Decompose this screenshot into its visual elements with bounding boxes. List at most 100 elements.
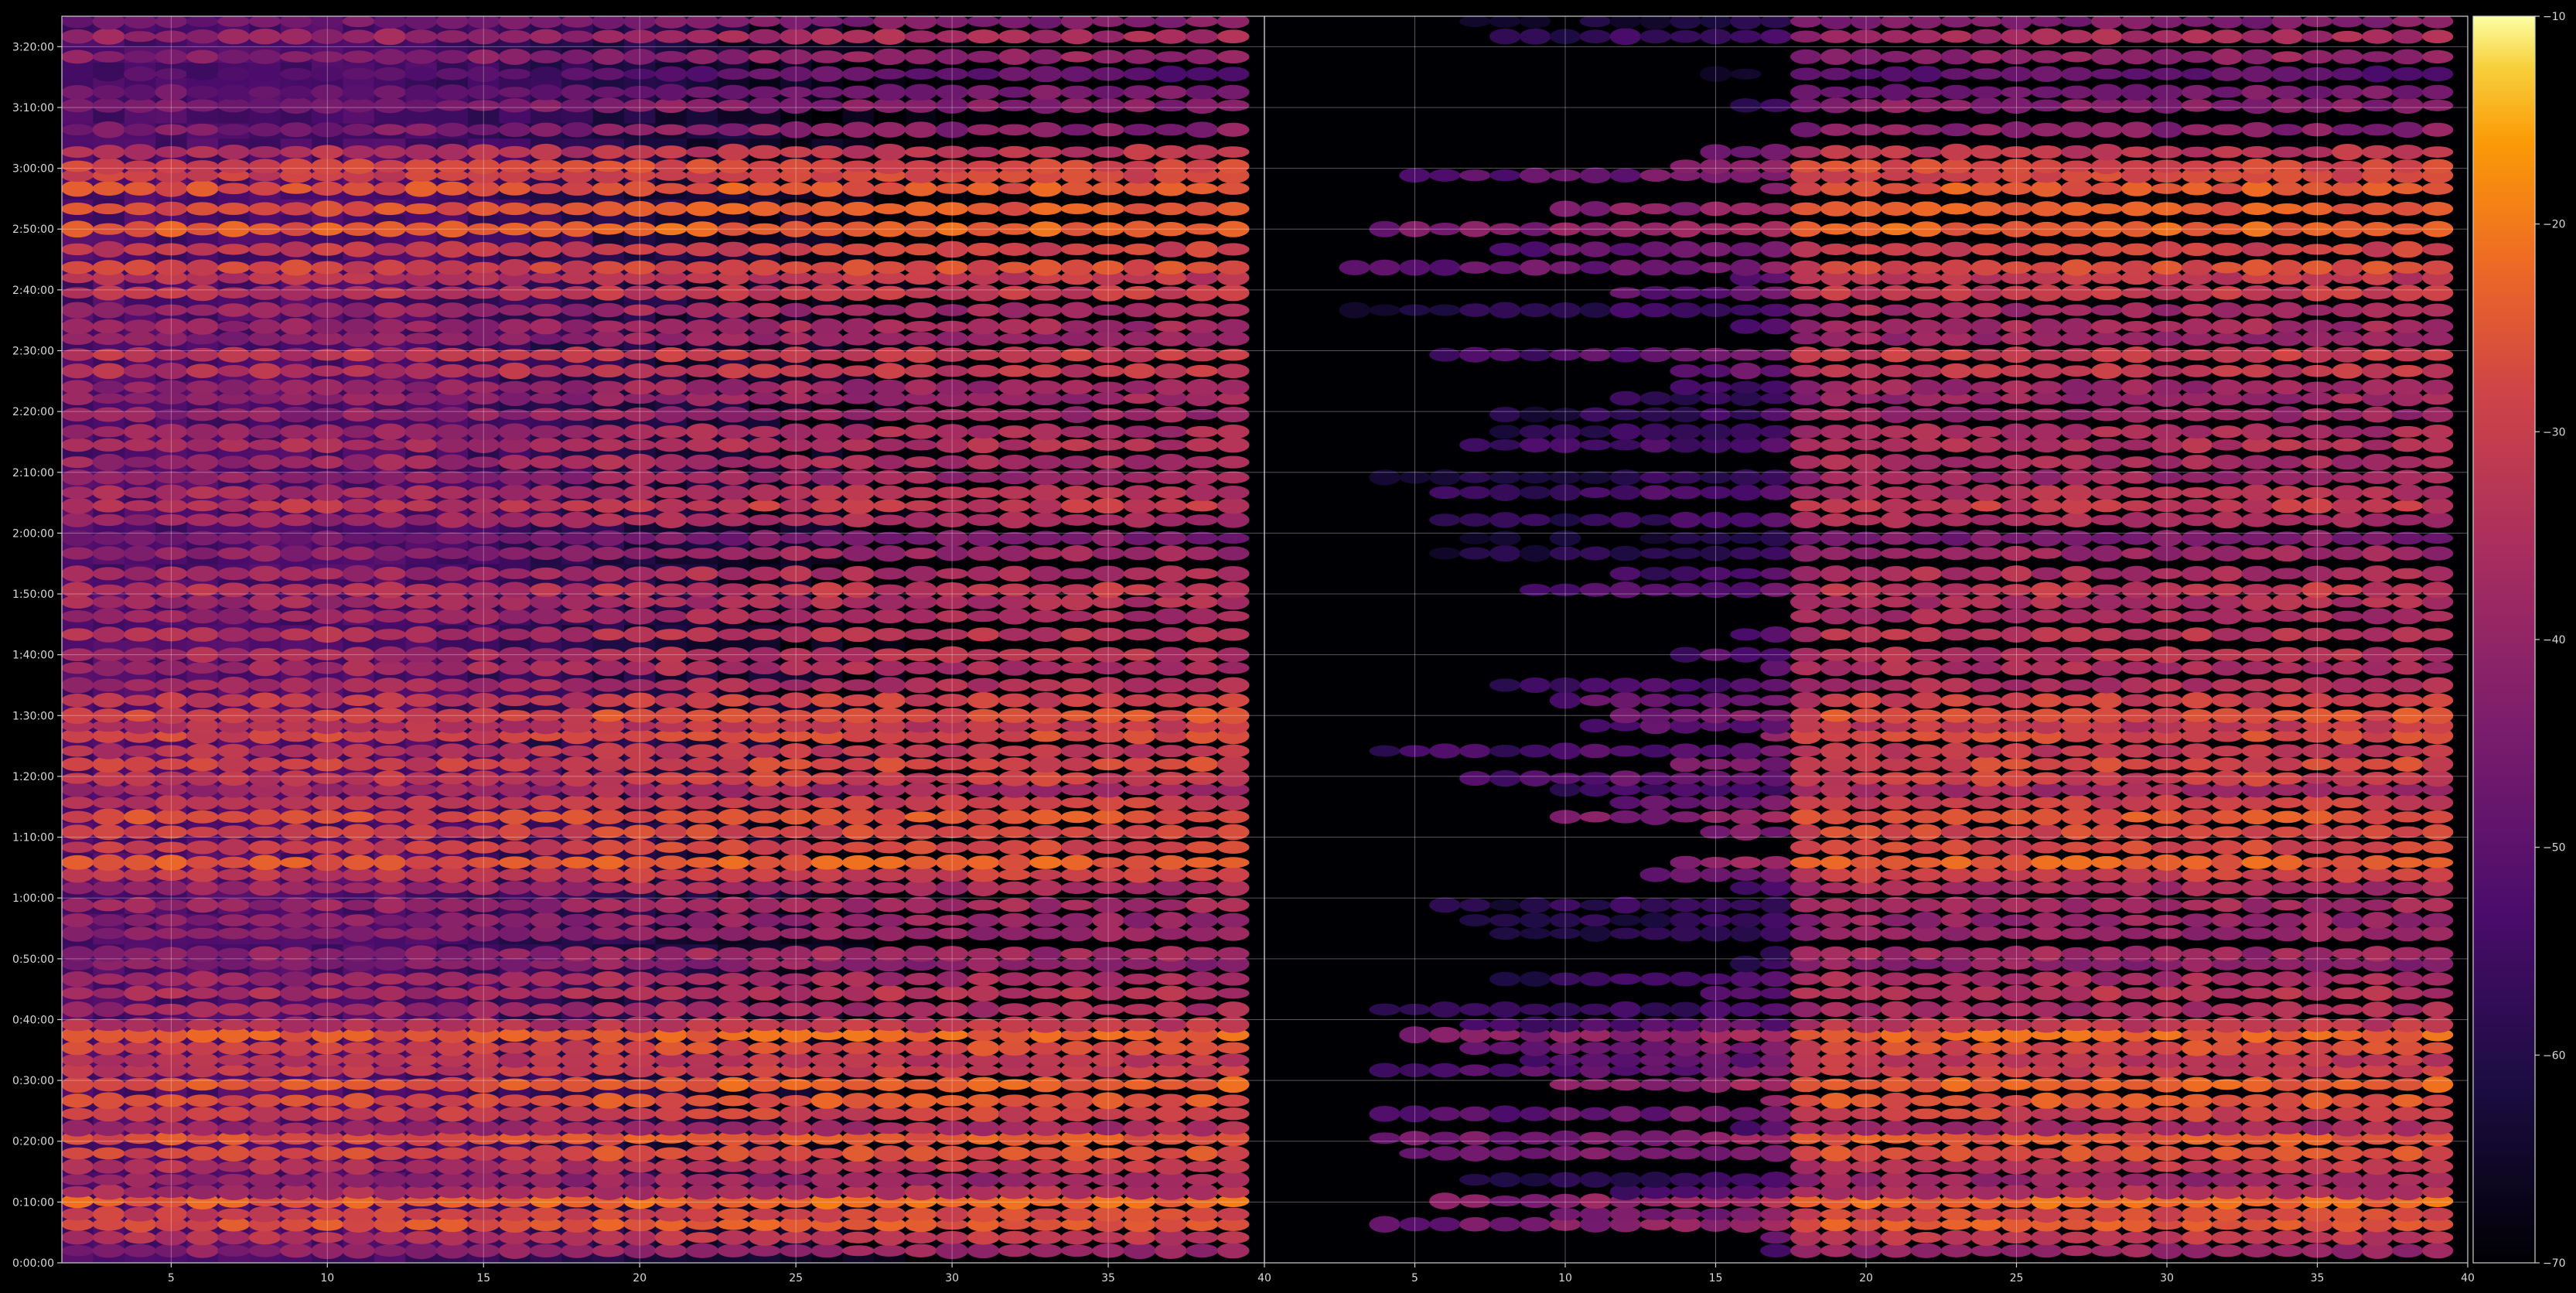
heat-blob	[685, 626, 718, 643]
heat-blob	[342, 811, 375, 823]
heat-blob	[748, 810, 781, 824]
heat-blob	[654, 629, 688, 640]
heat-blob	[530, 867, 563, 882]
heat-blob	[1029, 1208, 1063, 1220]
heat-blob	[62, 1053, 94, 1066]
heat-blob	[592, 987, 625, 1000]
heat-blob	[1216, 693, 1250, 708]
heat-blob	[374, 770, 407, 786]
heat-blob	[279, 971, 312, 987]
heat-blob	[841, 1245, 875, 1257]
heat-blob	[123, 926, 156, 940]
heat-blob	[248, 899, 281, 911]
heat-blob	[654, 795, 688, 810]
heat-blob	[404, 840, 438, 855]
heat-blob	[592, 971, 625, 988]
heat-blob	[967, 1018, 1000, 1032]
heat-blob	[92, 1230, 125, 1245]
heat-blob	[217, 1230, 251, 1245]
heat-blob	[685, 1076, 718, 1093]
heat-blob	[810, 660, 844, 676]
heat-blob	[1060, 1077, 1094, 1091]
heat-blob	[530, 856, 563, 869]
heat-blob	[592, 1001, 625, 1017]
heat-blob	[810, 1244, 844, 1258]
heat-blob	[873, 609, 906, 624]
heat-blob	[186, 927, 219, 940]
heat-blob	[998, 1003, 1031, 1016]
heat-blob	[92, 1184, 125, 1200]
heat-blob	[717, 628, 750, 641]
heat-blob	[62, 897, 94, 913]
heat-blob	[592, 1145, 625, 1162]
heat-blob	[810, 1042, 844, 1055]
heat-blob	[561, 1018, 594, 1031]
heat-blob	[530, 946, 563, 962]
heat-blob	[561, 566, 594, 582]
heat-blob	[217, 810, 251, 824]
heat-blob	[967, 1076, 1000, 1092]
heat-blob	[748, 1001, 781, 1017]
heat-blob	[498, 1173, 531, 1186]
heat-blob	[654, 855, 688, 870]
heat-blob	[279, 1122, 312, 1134]
heat-blob	[1216, 824, 1250, 841]
heat-blob	[217, 662, 251, 674]
heat-blob	[1186, 897, 1219, 913]
heat-blob	[186, 987, 219, 999]
heat-blob	[561, 1001, 594, 1018]
heat-blob	[92, 988, 125, 999]
heat-blob	[342, 1242, 375, 1259]
heat-blob	[186, 609, 219, 624]
heat-blob	[248, 769, 281, 787]
heat-blob	[92, 1077, 125, 1092]
heat-blob	[92, 608, 125, 625]
heat-blob	[1216, 1053, 1250, 1067]
heat-blob	[1060, 757, 1094, 771]
heat-blob	[123, 947, 156, 960]
heat-blob	[904, 744, 937, 758]
heat-blob	[904, 1183, 937, 1201]
heat-blob	[1186, 583, 1219, 597]
heat-blob	[498, 856, 531, 869]
heat-blob	[1154, 794, 1187, 811]
heat-blob	[904, 1160, 937, 1173]
heat-blob	[561, 866, 594, 883]
heat-blob	[123, 1094, 156, 1107]
heat-blob	[717, 947, 750, 960]
heat-blob	[186, 662, 219, 674]
heat-blob	[217, 1041, 251, 1056]
heat-blob	[1216, 744, 1250, 758]
heat-blob	[435, 987, 469, 1000]
heat-blob	[873, 1145, 906, 1162]
heat-blob	[186, 626, 219, 642]
heat-blob	[873, 1244, 906, 1257]
heat-blob	[810, 609, 844, 623]
heat-blob	[435, 756, 469, 773]
heat-blob	[810, 1107, 844, 1121]
heat-blob	[1216, 677, 1250, 694]
heat-blob	[1186, 1206, 1219, 1222]
heat-blob	[1029, 1244, 1063, 1257]
heat-blob	[435, 811, 469, 823]
heat-blob	[998, 1230, 1031, 1244]
heat-blob	[279, 857, 312, 868]
heat-blob	[810, 824, 844, 841]
heat-blob	[685, 744, 718, 758]
heat-blob	[248, 971, 281, 987]
heat-blob	[123, 809, 156, 825]
heat-blob	[530, 971, 563, 988]
heat-blob	[1060, 810, 1094, 824]
heat-blob	[748, 867, 781, 882]
heat-blob	[1060, 899, 1094, 911]
heat-blob	[92, 899, 125, 912]
heat-blob	[1123, 770, 1156, 786]
heat-blob	[435, 694, 469, 707]
heat-blob	[748, 1018, 781, 1032]
heat-blob	[92, 770, 125, 786]
heat-blob	[967, 1120, 1000, 1137]
heat-blob	[1216, 1121, 1250, 1135]
heat-blob	[1060, 610, 1094, 622]
heat-blob	[404, 987, 438, 1000]
heat-blob	[592, 1018, 625, 1031]
